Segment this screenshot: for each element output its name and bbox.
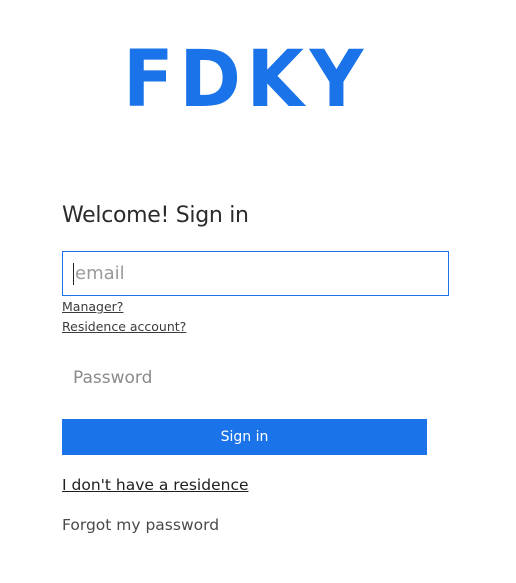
email-placeholder: email <box>75 263 125 284</box>
password-placeholder: Password <box>73 368 153 388</box>
email-field[interactable]: email <box>62 251 449 296</box>
page-title: Welcome! Sign in <box>62 203 249 228</box>
residence-account-link[interactable]: Residence account? <box>62 319 186 335</box>
forgot-password-link[interactable]: Forgot my password <box>62 515 219 535</box>
password-field[interactable]: Password <box>62 362 449 394</box>
brand-logo: FDKY <box>123 35 370 125</box>
manager-link[interactable]: Manager? <box>62 299 123 315</box>
text-cursor <box>73 262 74 285</box>
no-residence-link[interactable]: I don't have a residence <box>62 475 249 495</box>
sign-in-button[interactable]: Sign in <box>62 419 427 455</box>
